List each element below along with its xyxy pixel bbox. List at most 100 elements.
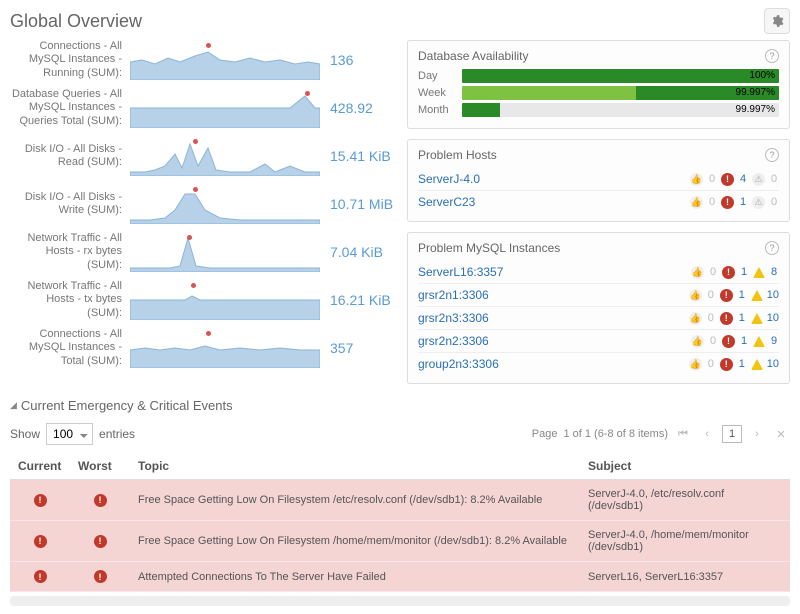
critical-count[interactable]: 1 [737,358,747,370]
spark-value: 357 [320,340,380,356]
ok-icon: 👍 [689,289,702,302]
availability-label: Week [418,87,462,99]
table-row[interactable]: ! ! Free Space Getting Low On Filesystem… [10,521,790,562]
spark-chart[interactable] [130,280,320,320]
host-link[interactable]: grsr2n1:3306 [418,288,489,302]
ok-count: 0 [707,196,717,208]
spark-column: Connections - All MySQL Instances - Runn… [10,40,395,384]
spark-label: Database Queries - All MySQL Instances -… [10,88,130,128]
critical-icon: ! [94,535,107,548]
critical-count[interactable]: 1 [739,266,749,278]
help-icon[interactable]: ? [765,49,779,63]
spark-value: 136 [320,52,380,68]
critical-count[interactable]: 4 [738,173,748,185]
host-row: grsr2n3:3306 👍 0 ! 1 10 [418,306,779,329]
availability-label: Day [418,70,462,82]
spark-label: Disk I/O - All Disks - Write (SUM): [10,191,130,217]
spark-chart[interactable] [130,328,320,368]
critical-icon: ! [94,494,107,507]
critical-count[interactable]: 1 [739,335,749,347]
spark-chart[interactable] [130,88,320,128]
host-row: ServerC23 👍 0 ! 1 ⚠ 0 [418,190,779,213]
ok-icon: 👍 [691,266,704,279]
spark-chart[interactable] [130,136,320,176]
pager-close-button[interactable]: ✕ [772,425,790,443]
spark-value: 16.21 KiB [320,292,391,308]
col-topic[interactable]: Topic [130,453,580,480]
critical-icon: ! [34,570,47,583]
spark-value: 15.41 KiB [320,148,391,164]
panel-title: Problem MySQL Instances [418,241,560,255]
marker-icon [187,235,192,240]
warning-count[interactable]: 10 [767,358,779,370]
critical-icon: ! [721,173,734,186]
availability-label: Month [418,104,462,116]
panel-problem-hosts: Problem Hosts ? ServerJ-4.0 👍 0 ! 4 ⚠ 0 … [407,139,790,222]
critical-icon: ! [720,358,733,371]
event-topic: Free Space Getting Low On Filesystem /ho… [130,521,580,562]
host-link[interactable]: ServerJ-4.0 [418,172,480,186]
ok-count: 0 [706,312,716,324]
critical-icon: ! [94,570,107,583]
availability-pct: 100% [749,69,775,83]
section-title: Current Emergency & Critical Events [21,398,233,413]
critical-icon: ! [34,494,47,507]
host-link[interactable]: group2n3:3306 [418,357,499,371]
help-icon[interactable]: ? [765,148,779,162]
critical-count[interactable]: 1 [738,196,748,208]
table-row[interactable]: ! ! Attempted Connections To The Server … [10,562,790,592]
host-link[interactable]: ServerC23 [418,195,475,209]
pager-current: 1 [722,425,742,443]
settings-button[interactable] [764,8,790,34]
warning-icon: ⚠ [752,173,765,186]
spark-label: Network Traffic - All Hosts - tx bytes (… [10,280,130,320]
critical-icon: ! [34,535,47,548]
critical-count[interactable]: 1 [737,312,747,324]
spark-chart[interactable] [130,232,320,272]
section-header-events[interactable]: ◢ Current Emergency & Critical Events [10,398,790,413]
critical-icon: ! [720,312,733,325]
ok-icon: 👍 [690,196,703,209]
spark-chart[interactable] [130,184,320,224]
panel-title: Problem Hosts [418,148,497,162]
marker-icon [305,91,310,96]
pager-prev-button[interactable]: ‹ [698,425,716,443]
critical-count[interactable]: 1 [737,289,747,301]
host-row: grsr2n2:3306 👍 0 ! 1 9 [418,329,779,352]
host-link[interactable]: ServerL16:3357 [418,265,503,279]
help-icon[interactable]: ? [765,241,779,255]
pager-next-button[interactable]: › [748,425,766,443]
marker-icon [191,283,196,288]
marker-icon [206,331,211,336]
table-row[interactable]: ! ! Free Space Getting Low On Filesystem… [10,480,790,521]
warning-icon [751,359,763,370]
warning-count[interactable]: 9 [769,335,779,347]
page-title: Global Overview [10,11,142,32]
availability-row: Day 100% [418,69,779,83]
ok-count: 0 [708,266,718,278]
availability-pct: 99.997% [736,103,775,117]
col-subject[interactable]: Subject [580,453,790,480]
spark-row: Connections - All MySQL Instances - Runn… [10,40,395,80]
critical-icon: ! [720,289,733,302]
critical-icon: ! [722,266,735,279]
availability-row: Month 99.997% [418,103,779,117]
warning-count: 0 [769,173,779,185]
spark-value: 10.71 MiB [320,196,393,212]
warning-icon [753,336,765,347]
warning-count[interactable]: 10 [767,312,779,324]
warning-count[interactable]: 8 [769,266,779,278]
host-link[interactable]: grsr2n3:3306 [418,311,489,325]
col-current[interactable]: Current [10,453,70,480]
entries-select[interactable]: 100 [46,423,93,445]
events-table: Current Worst Topic Subject ! ! Free Spa… [10,453,790,592]
host-link[interactable]: grsr2n2:3306 [418,334,489,348]
col-worst[interactable]: Worst [70,453,130,480]
panel-title: Database Availability [418,49,529,63]
ok-count: 0 [708,335,718,347]
spark-chart[interactable] [130,40,320,80]
event-subject: ServerL16, ServerL16:3357 [580,562,790,592]
pager-first-button[interactable]: ⏮ [674,425,692,443]
warning-count[interactable]: 10 [767,289,779,301]
entries-label: entries [99,427,135,441]
